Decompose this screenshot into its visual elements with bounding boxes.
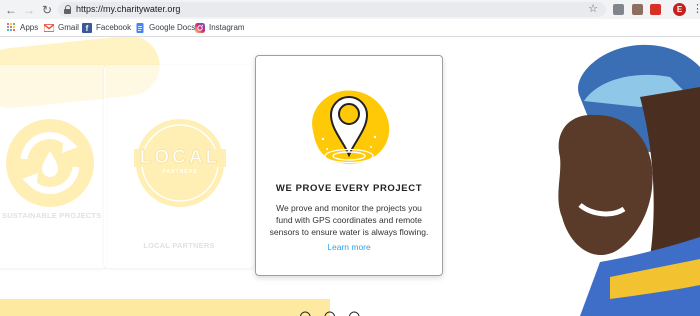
back-arrow-icon[interactable]: ← (4, 3, 18, 17)
bookmark-apps[interactable]: Apps (7, 21, 38, 34)
badge-title: LOCAL (139, 147, 221, 168)
google-docs-icon (136, 22, 144, 33)
bookmark-google-docs[interactable]: Google Docs (135, 21, 195, 34)
facebook-icon: f (82, 22, 92, 33)
bookmark-label: Google Docs (149, 23, 196, 32)
map-pin-icon (312, 90, 390, 164)
local-partners-card[interactable]: LOCAL PARTNERS LOCAL PARTNERS (104, 65, 254, 268)
prove-every-project-card[interactable]: WE PROVE EVERY PROJECT We prove and moni… (255, 55, 443, 276)
decorative-yellow-shape (0, 299, 330, 316)
profile-avatar[interactable]: E (673, 3, 686, 16)
menu-kebab-icon[interactable]: ⋮ (692, 3, 700, 16)
sustainable-projects-card[interactable]: SUSTAINABLE PROJECTS (0, 65, 106, 268)
decorative-text-fragment: ○○○ (298, 305, 372, 316)
reload-icon[interactable]: ↻ (40, 3, 54, 17)
address-bar[interactable]: https://my.charitywater.org ☆ (58, 2, 606, 17)
bookmark-star-icon[interactable]: ☆ (588, 2, 598, 17)
instagram-icon (195, 22, 205, 33)
recycle-water-icon (6, 119, 94, 207)
page-content: SUSTAINABLE PROJECTS LOCAL PARTNERS LOCA… (0, 37, 700, 316)
bookmark-instagram[interactable]: Instagram (195, 21, 245, 34)
gmail-icon (44, 23, 54, 32)
card-description: We prove and monitor the projects you fu… (269, 203, 429, 237)
extension-icon[interactable] (613, 4, 624, 15)
bookmark-label: Apps (20, 23, 39, 32)
url-text: https://my.charitywater.org (76, 4, 181, 14)
extension-icon[interactable] (632, 4, 643, 15)
bookmark-facebook[interactable]: f Facebook (82, 21, 131, 34)
card-title: WE PROVE EVERY PROJECT (275, 183, 423, 194)
apps-grid-icon (7, 23, 16, 32)
bookmark-label: Gmail (58, 23, 79, 32)
bookmark-gmail[interactable]: Gmail (44, 21, 79, 34)
bookmark-label: Facebook (96, 23, 132, 32)
bookmark-label: Instagram (209, 23, 245, 32)
badge-subtitle: PARTNERS (162, 169, 198, 175)
bookmarks-bar: Apps Gmail f Facebook Google Docs Instag… (0, 19, 700, 37)
woman-photo (558, 44, 700, 316)
card-label: SUSTAINABLE PROJECTS (2, 211, 102, 220)
lock-icon (64, 5, 71, 14)
card-label: LOCAL PARTNERS (143, 241, 215, 250)
learn-more-link[interactable]: Learn more (256, 242, 442, 252)
extension-icon[interactable] (650, 4, 661, 15)
browser-toolbar: ← → ↻ https://my.charitywater.org ☆ E ⋮ (0, 0, 700, 19)
forward-arrow-icon[interactable]: → (22, 3, 36, 17)
